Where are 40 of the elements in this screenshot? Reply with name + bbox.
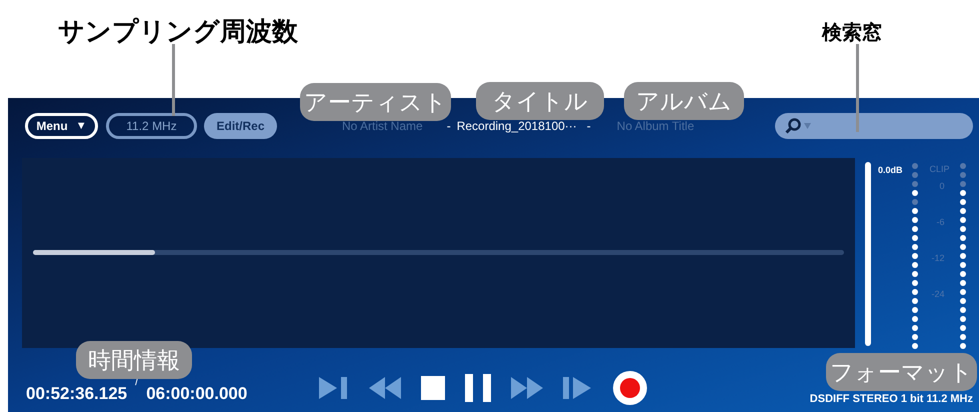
current-time: 00:52:36.125 xyxy=(26,383,128,405)
step-forward-icon xyxy=(563,377,594,399)
artist-callout: アーティスト xyxy=(300,83,451,121)
sample-rate-button[interactable]: 11.2 MHz xyxy=(106,113,197,139)
search-icon xyxy=(785,118,801,134)
rewind-icon xyxy=(369,377,402,399)
record-icon xyxy=(613,371,648,405)
title-mark: - xyxy=(586,118,591,135)
fast-forward-icon xyxy=(511,377,544,399)
search-field[interactable] xyxy=(775,113,973,139)
time-callout: 時間情報 xyxy=(76,341,192,379)
pause-button[interactable] xyxy=(465,374,492,402)
peak-reading: 0.0dB xyxy=(878,164,903,177)
track-title: Recording_2018100··· xyxy=(456,118,577,135)
pause-icon xyxy=(465,374,492,402)
artist-name: No Artist Name xyxy=(342,118,423,135)
edit-rec-button[interactable]: Edit/Rec xyxy=(204,113,277,139)
format-callout: フォーマット xyxy=(826,353,977,391)
stop-icon xyxy=(421,376,446,400)
progress-track[interactable] xyxy=(33,250,844,254)
level-meter-dots-icon xyxy=(958,162,967,351)
clip-label: CLIP xyxy=(930,163,950,176)
annotation-label: サンプリング周波数 xyxy=(58,15,298,48)
album-callout: アルバム xyxy=(624,82,744,120)
dropdown-caret-icon xyxy=(804,123,811,129)
meter-scale-label: -6 xyxy=(936,216,945,229)
meter-scale-label: 0 xyxy=(940,180,945,193)
album-title: No Album Title xyxy=(616,118,694,135)
annotation-label: 検索窓 xyxy=(822,20,882,46)
total-time: 06:00:00.000 xyxy=(146,383,248,405)
title-callout: タイトル xyxy=(476,82,604,120)
meter-scale-label: -24 xyxy=(932,288,945,301)
format-info: DSDIFF STEREO 1 bit 11.2 MHz xyxy=(810,392,973,406)
record-button[interactable] xyxy=(613,371,648,405)
stop-button[interactable] xyxy=(421,376,446,400)
level-meter-dots-icon xyxy=(910,162,919,351)
skip-to-end-icon xyxy=(319,377,350,399)
title-mark: - xyxy=(446,118,451,135)
meter-scale-label: -12 xyxy=(932,252,945,265)
menu-button[interactable]: Menu ▼ xyxy=(25,113,98,139)
